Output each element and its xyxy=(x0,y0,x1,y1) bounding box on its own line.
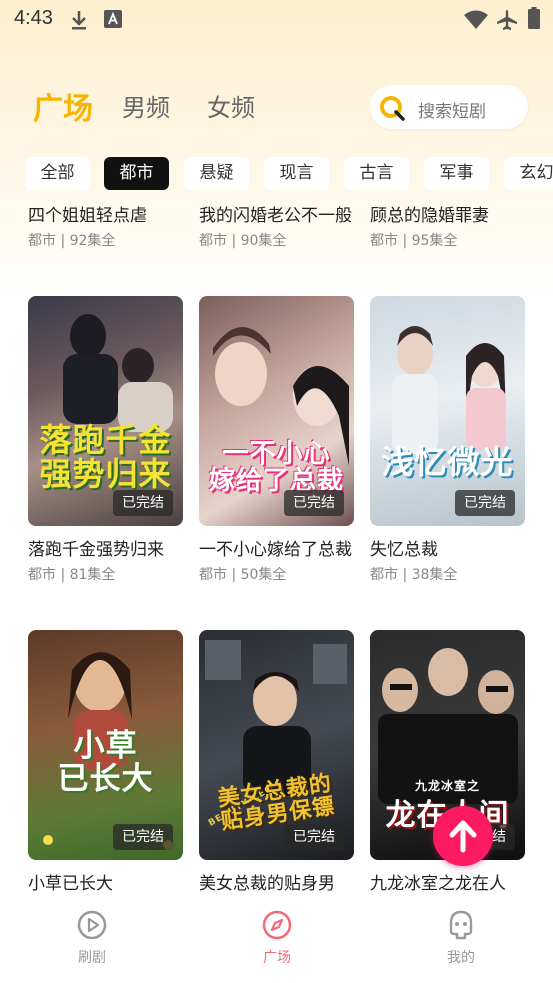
drama-card[interactable]: 落跑千金强势归来 都市 | 81集全 xyxy=(28,541,188,584)
poster-title-art: 浅忆微光 xyxy=(381,443,514,481)
bottom-nav-label: 刷剧 xyxy=(78,950,106,966)
category-chip-modern-romance[interactable]: 现言 xyxy=(264,157,329,190)
bottom-nav-watch[interactable]: 刷剧 xyxy=(47,909,137,967)
status-badge: 已完结 xyxy=(284,824,344,850)
category-chip-suspense[interactable]: 悬疑 xyxy=(184,157,249,190)
drama-poster[interactable]: 小草 已长大 已完结 xyxy=(28,630,183,860)
drama-title: 四个姐姐轻点虐 xyxy=(28,206,147,226)
search-input[interactable]: 搜索短剧 xyxy=(370,85,528,129)
poster-tag: 九龙冰室之 xyxy=(414,779,480,793)
status-badge: 已完结 xyxy=(455,490,515,516)
drama-meta: 都市 | 90集全 xyxy=(199,233,287,249)
tab-male[interactable]: 男频 xyxy=(122,88,170,123)
status-bar: 4:43 xyxy=(0,0,553,40)
drama-meta: 都市 | 81集全 xyxy=(28,567,116,583)
profile-icon xyxy=(449,910,473,940)
drama-poster[interactable]: 一不小心 嫁给了总裁 已完结 xyxy=(199,296,354,526)
arrow-up-icon xyxy=(449,820,477,853)
drama-poster[interactable]: 浅忆微光 已完结 xyxy=(370,296,525,526)
drama-title: 美女总裁的贴身男 xyxy=(199,874,335,894)
poster-title-art: 一不小心 嫁给了总裁 xyxy=(208,439,344,497)
status-time: 4:43 xyxy=(14,7,53,29)
drama-card[interactable]: 一不小心嫁给了总裁 都市 | 50集全 xyxy=(199,541,359,584)
scroll-to-top-button[interactable] xyxy=(433,806,493,866)
drama-title: 顾总的隐婚罪妻 xyxy=(370,206,489,226)
category-chip-all[interactable]: 全部 xyxy=(25,157,90,190)
drama-card[interactable]: 小草已长大 xyxy=(28,875,188,894)
play-circle-icon xyxy=(77,910,107,940)
font-a-icon xyxy=(104,10,122,28)
bottom-nav-square[interactable]: 广场 xyxy=(232,909,322,967)
wifi-icon xyxy=(464,10,488,29)
drama-card[interactable]: 顾总的隐婚罪妻 都市 | 95集全 xyxy=(370,207,530,250)
drama-title: 一不小心嫁给了总裁 xyxy=(199,540,352,560)
category-chip-fantasy[interactable]: 玄幻 xyxy=(504,157,553,190)
drama-card[interactable]: 九龙冰室之龙在人 xyxy=(370,875,530,894)
category-filter-row: 全部 都市 悬疑 现言 古言 军事 玄幻 xyxy=(0,157,553,191)
drama-title: 失忆总裁 xyxy=(370,540,438,560)
drama-title: 九龙冰室之龙在人 xyxy=(370,874,506,894)
tab-female[interactable]: 女频 xyxy=(207,88,255,123)
drama-title: 小草已长大 xyxy=(28,874,113,894)
drama-meta: 都市 | 38集全 xyxy=(370,567,458,583)
download-icon xyxy=(72,11,86,30)
compass-icon xyxy=(262,910,292,940)
drama-poster[interactable]: 落跑千金 强势归来 已完结 xyxy=(28,296,183,526)
bottom-nav-label: 我的 xyxy=(447,950,475,966)
tab-square[interactable]: 广场 xyxy=(33,84,93,128)
poster-title-art: 落跑千金 强势归来 xyxy=(39,421,172,493)
drama-card[interactable]: 失忆总裁 都市 | 38集全 xyxy=(370,541,530,584)
search-icon xyxy=(380,96,405,121)
category-chip-urban[interactable]: 都市 xyxy=(104,157,169,190)
status-badge: 已完结 xyxy=(113,490,173,516)
bottom-nav: 刷剧 广场 我的 xyxy=(0,895,553,983)
poster-title-art: 小草 已长大 xyxy=(57,728,154,797)
status-badge: 已完结 xyxy=(113,824,173,850)
drama-card[interactable]: 四个姐姐轻点虐 都市 | 92集全 xyxy=(28,207,188,250)
search-placeholder: 搜索短剧 xyxy=(418,102,486,122)
drama-card[interactable]: 我的闪婚老公不一般 都市 | 90集全 xyxy=(199,207,359,250)
bottom-nav-label: 广场 xyxy=(263,950,291,966)
drama-title: 我的闪婚老公不一般 xyxy=(199,206,352,226)
drama-meta: 都市 | 92集全 xyxy=(28,233,116,249)
drama-meta: 都市 | 95集全 xyxy=(370,233,458,249)
drama-meta: 都市 | 50集全 xyxy=(199,567,287,583)
drama-card[interactable]: 美女总裁的贴身男 xyxy=(199,875,359,894)
category-chip-military[interactable]: 军事 xyxy=(424,157,489,190)
drama-title: 落跑千金强势归来 xyxy=(28,540,164,560)
drama-poster[interactable]: BEAUTY CEO 美女总裁的 贴身男保镖 已完结 xyxy=(199,630,354,860)
battery-icon xyxy=(528,7,540,29)
drama-grid: 四个姐姐轻点虐 都市 | 92集全 我的闪婚老公不一般 都市 | 90集全 顾总… xyxy=(0,205,553,895)
bottom-nav-profile[interactable]: 我的 xyxy=(416,909,506,967)
status-badge: 已完结 xyxy=(284,490,344,516)
airplane-icon xyxy=(497,10,517,30)
category-chip-ancient-romance[interactable]: 古言 xyxy=(344,157,409,190)
